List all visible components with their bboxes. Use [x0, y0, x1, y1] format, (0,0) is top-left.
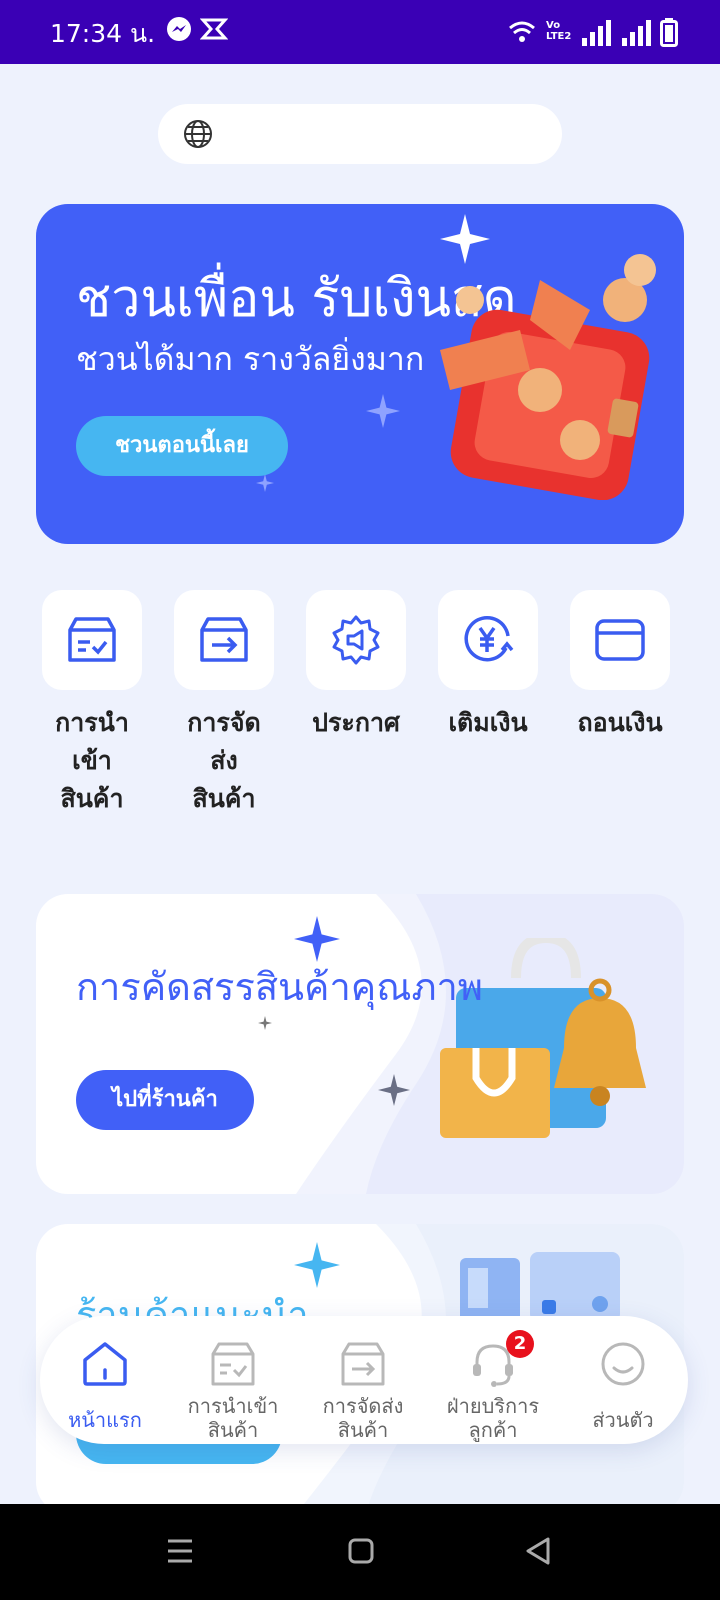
- card-title: การคัดสรรสินค้าคุณภาพ: [76, 965, 483, 1009]
- go-to-store-button[interactable]: ไปที่ร้านค้า: [76, 1070, 254, 1130]
- sparkle-icon: [258, 1016, 272, 1030]
- nav-label: การนำเข้า สินค้า: [187, 1394, 279, 1442]
- sparkle-icon: [378, 1074, 410, 1106]
- action-topup[interactable]: เติมเงิน: [424, 590, 552, 742]
- signal-icon: [582, 20, 611, 46]
- megaphone-gear-icon: [332, 615, 380, 665]
- action-label: เติมเงิน: [448, 708, 528, 737]
- banner-subtitle: ชวนได้มาก รางวัลยิ่งมาก: [76, 340, 425, 378]
- inbox-check-icon: [211, 1342, 255, 1386]
- action-withdraw[interactable]: ถอนเงิน: [556, 590, 684, 742]
- invite-banner[interactable]: ชวนเพื่อน รับเงินสด ชวนได้มาก รางวัลยิ่ง…: [36, 204, 684, 544]
- action-delivery[interactable]: การจัด ส่ง สินค้า: [160, 590, 288, 818]
- nav-label: การจัดส่ง สินค้า: [322, 1394, 404, 1442]
- card-icon: [595, 619, 645, 661]
- search-bar[interactable]: [158, 104, 562, 164]
- action-label: ถอนเงิน: [577, 708, 663, 737]
- nav-label: ฝ่ายบริการ ลูกค้า: [446, 1394, 540, 1442]
- status-time: 17:34 น.: [50, 19, 156, 48]
- signal-icon-2: [622, 20, 651, 46]
- menu-icon[interactable]: [166, 1538, 194, 1564]
- home-icon: [83, 1342, 127, 1386]
- nav-customer-service[interactable]: 2 ฝ่ายบริการ ลูกค้า: [428, 1316, 558, 1444]
- nav-profile[interactable]: ส่วนตัว: [558, 1316, 688, 1444]
- quick-actions: การนำ เข้า สินค้า การจัด ส่ง สินค้า ประก…: [36, 590, 684, 830]
- gift-box-icon: [440, 254, 656, 500]
- status-bar: 17:34 น. Vo LTE2: [0, 0, 720, 64]
- battery-icon: [660, 18, 678, 47]
- wifi-icon: [509, 21, 535, 42]
- inbox-check-icon: [68, 617, 116, 662]
- invite-now-button[interactable]: ชวนตอนนี้เลย: [76, 416, 288, 476]
- sparkle-icon: [366, 394, 400, 428]
- network-label: Vo LTE2: [546, 20, 572, 42]
- smiley-icon: [601, 1342, 645, 1386]
- home-square-icon[interactable]: [348, 1538, 374, 1564]
- notification-badge: 2: [506, 1330, 534, 1358]
- action-import[interactable]: การนำ เข้า สินค้า: [28, 590, 156, 818]
- quality-products-card[interactable]: การคัดสรรสินค้าคุณภาพ ไปที่ร้านค้า: [36, 894, 684, 1194]
- box-arrow-icon: [341, 1342, 385, 1386]
- capcut-icon: [200, 18, 228, 40]
- action-label: ประกาศ: [312, 708, 400, 737]
- messenger-icon: [167, 17, 191, 41]
- nav-label: หน้าแรก: [68, 1408, 142, 1432]
- back-icon[interactable]: [524, 1536, 552, 1566]
- nav-home[interactable]: หน้าแรก: [40, 1316, 170, 1444]
- sparkle-icon: [294, 1242, 340, 1288]
- action-announcement[interactable]: ประกาศ: [292, 590, 420, 742]
- system-nav-bar: [0, 1504, 720, 1600]
- yen-refresh-icon: [464, 615, 514, 662]
- nav-delivery[interactable]: การจัดส่ง สินค้า: [298, 1316, 428, 1444]
- box-arrow-icon: [200, 617, 248, 662]
- action-label: การนำ เข้า สินค้า: [55, 708, 129, 813]
- nav-label: ส่วนตัว: [592, 1408, 654, 1432]
- bottom-nav: หน้าแรก การนำเข้า สินค้า การจัดส่ง สินค้…: [40, 1316, 688, 1444]
- nav-import[interactable]: การนำเข้า สินค้า: [168, 1316, 298, 1444]
- action-label: การจัด ส่ง สินค้า: [187, 708, 261, 813]
- sparkle-icon: [256, 474, 274, 492]
- globe-icon[interactable]: [182, 118, 214, 150]
